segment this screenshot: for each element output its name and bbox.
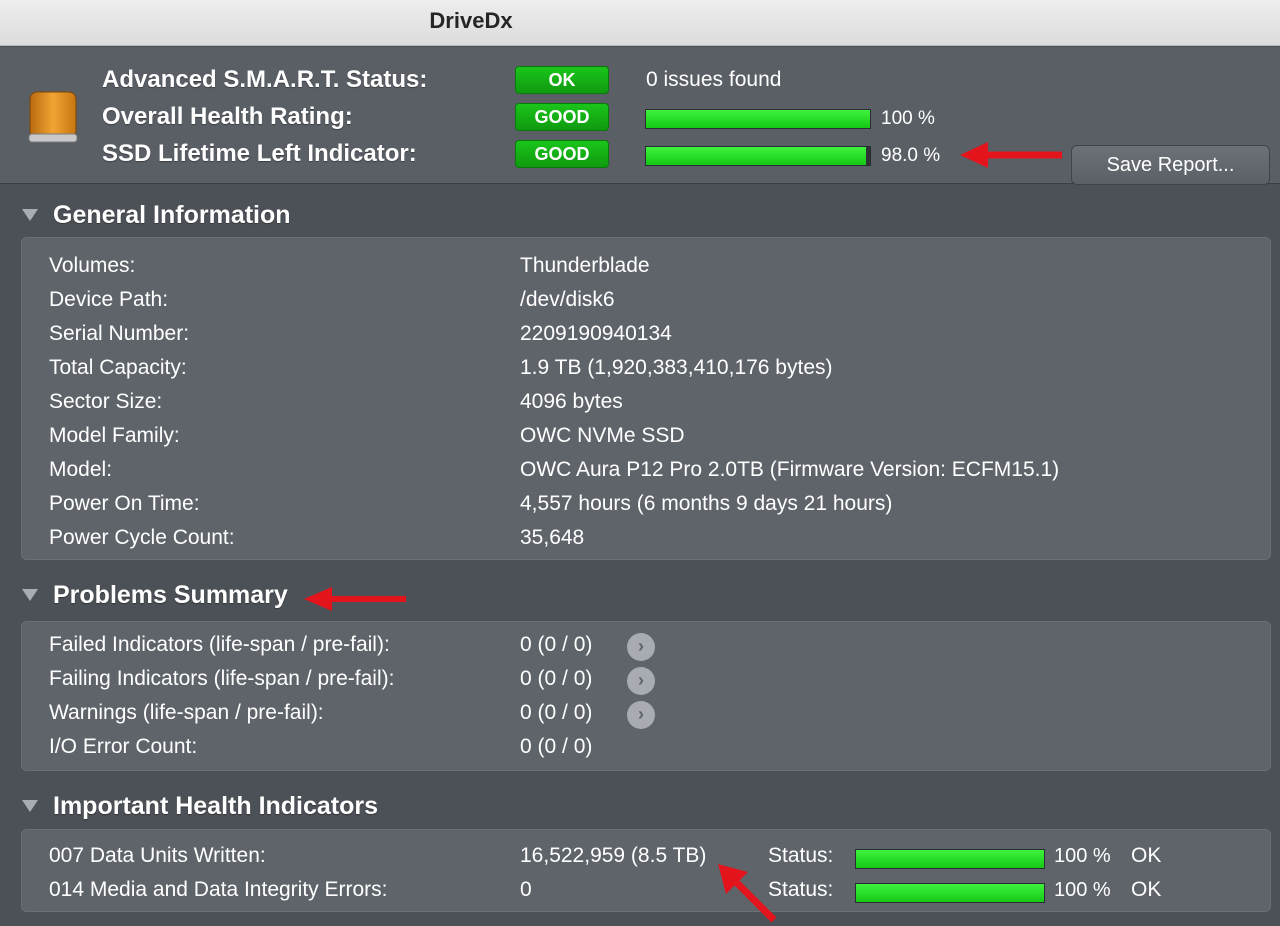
window-title: DriveDx <box>429 8 513 33</box>
indicator-percent: 100 % <box>1054 879 1111 901</box>
save-report-button[interactable]: Save Report... <box>1071 145 1270 185</box>
indicator-value: 0 <box>520 878 532 901</box>
info-key: Sector Size: <box>49 390 163 413</box>
indicator-key: 014 Media and Data Integrity Errors: <box>49 878 388 901</box>
problems-summary-panel: Failed Indicators (life-span / pre-fail)… <box>21 621 1271 771</box>
info-key: Model Family: <box>49 424 180 447</box>
info-value: OWC NVMe SSD <box>520 424 685 447</box>
problem-key: Failed Indicators (life-span / pre-fail)… <box>49 633 390 656</box>
indicator-status: OK <box>1131 844 1162 867</box>
problem-key: I/O Error Count: <box>49 735 198 758</box>
problem-row-failed: Failed Indicators (life-span / pre-fail)… <box>22 631 1270 661</box>
disclosure-triangle-icon[interactable] <box>22 800 38 812</box>
indicator-status-bar <box>855 849 1045 869</box>
indicator-row-data-units-written[interactable]: 007 Data Units Written: 16,522,959 (8.5 … <box>22 842 1270 872</box>
info-row-sector-size: Sector Size: 4096 bytes <box>22 388 1270 418</box>
annotation-arrow-icon <box>718 864 777 923</box>
info-row-volumes: Volumes: Thunderblade <box>22 252 1270 282</box>
ssd-lifetime-label: SSD Lifetime Left Indicator: <box>102 140 417 167</box>
info-key: Total Capacity: <box>49 356 187 379</box>
info-value: 4,557 hours (6 months 9 days 21 hours) <box>520 492 893 515</box>
indicator-value: 16,522,959 (8.5 TB) <box>520 844 707 867</box>
health-indicators-title: Important Health Indicators <box>53 792 379 820</box>
indicator-key: 007 Data Units Written: <box>49 844 266 867</box>
ssd-lifetime-badge: GOOD <box>515 140 609 168</box>
problem-row-failing: Failing Indicators (life-span / pre-fail… <box>22 665 1270 695</box>
annotation-arrow-icon <box>304 587 406 611</box>
disclosure-triangle-icon[interactable] <box>22 589 38 601</box>
smart-status-label: Advanced S.M.A.R.T. Status: <box>102 66 428 93</box>
annotation-arrow-icon <box>960 142 1062 168</box>
health-rating-percent: 100 % <box>881 108 935 129</box>
info-key: Model: <box>49 458 113 481</box>
problems-summary-title: Problems Summary <box>53 581 288 609</box>
problem-value: 0 (0 / 0) <box>520 735 593 758</box>
general-info-title: General Information <box>53 201 291 229</box>
info-value: 2209190940134 <box>520 322 672 345</box>
problem-row-io-errors: I/O Error Count: 0 (0 / 0) <box>22 733 1270 763</box>
info-row-model: Model: OWC Aura P12 Pro 2.0TB (Firmware … <box>22 456 1270 486</box>
chevron-right-circle-icon[interactable]: › <box>627 667 655 695</box>
info-row-serial-number: Serial Number: 2209190940134 <box>22 320 1270 350</box>
info-value: 4096 bytes <box>520 390 623 413</box>
health-rating-bar <box>645 109 871 129</box>
problem-row-warnings: Warnings (life-span / pre-fail): 0 (0 / … <box>22 699 1270 729</box>
health-rating-row: Overall Health Rating: GOOD 100 % <box>0 101 1280 135</box>
info-value: /dev/disk6 <box>520 288 615 311</box>
indicator-status: OK <box>1131 878 1162 901</box>
info-value: 1.9 TB (1,920,383,410,176 bytes) <box>520 356 833 379</box>
info-key: Device Path: <box>49 288 169 311</box>
problem-key: Failing Indicators (life-span / pre-fail… <box>49 667 395 690</box>
title-bar: DriveDx <box>0 0 1280 46</box>
chevron-right-circle-icon[interactable]: › <box>627 701 655 729</box>
indicator-status-bar-fill <box>856 884 1044 902</box>
info-value: OWC Aura P12 Pro 2.0TB (Firmware Version… <box>520 458 1060 481</box>
disclosure-triangle-icon[interactable] <box>22 209 38 221</box>
info-row-power-cycle-count: Power Cycle Count: 35,648 <box>22 524 1270 554</box>
general-info-panel: Volumes: Thunderblade Device Path: /dev/… <box>21 237 1271 560</box>
ssd-lifetime-percent: 98.0 % <box>881 145 941 166</box>
health-rating-badge: GOOD <box>515 103 609 131</box>
indicator-status-bar <box>855 883 1045 903</box>
problem-value: 0 (0 / 0) <box>520 633 593 656</box>
indicator-row-media-integrity-errors[interactable]: 014 Media and Data Integrity Errors: 0 S… <box>22 876 1270 906</box>
info-row-model-family: Model Family: OWC NVMe SSD <box>22 422 1270 452</box>
info-key: Serial Number: <box>49 322 190 345</box>
ssd-lifetime-bar-fill <box>646 147 866 165</box>
info-row-total-capacity: Total Capacity: 1.9 TB (1,920,383,410,17… <box>22 354 1270 384</box>
info-value: Thunderblade <box>520 254 650 277</box>
indicator-percent: 100 % <box>1054 845 1111 867</box>
info-key: Volumes: <box>49 254 136 277</box>
smart-status-info: 0 issues found <box>646 68 782 91</box>
smart-status-row: Advanced S.M.A.R.T. Status: OK 0 issues … <box>0 64 1280 98</box>
chevron-right-circle-icon[interactable]: › <box>627 633 655 661</box>
problem-value: 0 (0 / 0) <box>520 667 593 690</box>
ssd-lifetime-bar <box>645 146 871 166</box>
health-indicators-panel: 007 Data Units Written: 16,522,959 (8.5 … <box>21 829 1271 912</box>
health-rating-bar-fill <box>646 110 870 128</box>
status-header: Advanced S.M.A.R.T. Status: OK 0 issues … <box>0 47 1280 185</box>
info-key: Power On Time: <box>49 492 200 515</box>
info-row-power-on-time: Power On Time: 4,557 hours (6 months 9 d… <box>22 490 1270 520</box>
info-row-device-path: Device Path: /dev/disk6 <box>22 286 1270 316</box>
info-value: 35,648 <box>520 526 585 549</box>
health-rating-label: Overall Health Rating: <box>102 103 353 130</box>
smart-status-badge: OK <box>515 66 609 94</box>
indicator-status-bar-fill <box>856 850 1044 868</box>
problem-value: 0 (0 / 0) <box>520 701 593 724</box>
info-key: Power Cycle Count: <box>49 526 235 549</box>
problem-key: Warnings (life-span / pre-fail): <box>49 701 324 724</box>
